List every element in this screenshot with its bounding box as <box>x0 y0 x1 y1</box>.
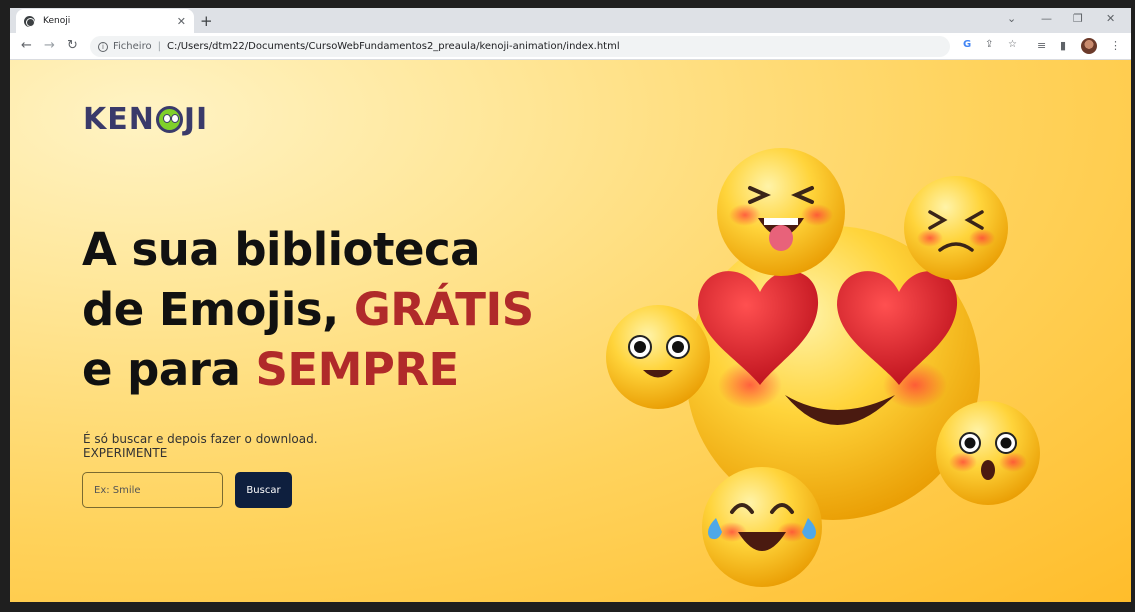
tab-strip: Kenoji ✕ + ⌄ — ❐ ✕ <box>10 8 1131 33</box>
side-panel-icon[interactable]: ▮ <box>1060 39 1066 52</box>
tongue-out-emoji <box>717 148 845 276</box>
new-tab-button[interactable]: + <box>200 12 213 30</box>
browser-window: Kenoji ✕ + ⌄ — ❐ ✕ ← → ↻ i Ficheiro | C:… <box>10 8 1131 602</box>
tab-search-icon[interactable]: ⌄ <box>1007 12 1016 25</box>
google-icon[interactable]: G <box>963 39 971 50</box>
tab-close-icon[interactable]: ✕ <box>177 15 186 28</box>
address-bar[interactable]: i Ficheiro | C:/Users/dtm22/Documents/Cu… <box>90 36 950 57</box>
surprised-emoji <box>936 401 1040 505</box>
tears-of-joy-emoji <box>702 467 822 587</box>
globe-icon <box>24 15 35 27</box>
close-window-icon[interactable]: ✕ <box>1106 12 1115 25</box>
info-icon[interactable]: i <box>98 41 108 52</box>
squinting-emoji <box>904 176 1008 280</box>
reading-list-icon[interactable]: ≡ <box>1037 39 1046 52</box>
back-icon[interactable]: ← <box>21 38 32 53</box>
browser-toolbar: ← → ↻ i Ficheiro | C:/Users/dtm22/Docume… <box>10 33 1131 60</box>
address-separator: | <box>157 41 161 52</box>
reload-icon[interactable]: ↻ <box>67 38 78 53</box>
share-icon[interactable]: ⇪ <box>985 39 993 50</box>
bookmark-star-icon[interactable]: ☆ <box>1008 39 1017 50</box>
menu-icon[interactable]: ⋮ <box>1110 39 1121 52</box>
page-content: KEN JI A sua biblioteca de Emojis, GRÁTI… <box>10 60 1131 602</box>
wide-eyed-emoji <box>606 305 710 409</box>
profile-avatar[interactable] <box>1081 38 1097 54</box>
restore-icon[interactable]: ❐ <box>1073 12 1083 25</box>
address-url: C:/Users/dtm22/Documents/CursoWebFundame… <box>166 41 620 52</box>
address-scheme: Ficheiro <box>113 41 152 52</box>
tab-kenoji[interactable]: Kenoji ✕ <box>16 9 194 33</box>
minimize-icon[interactable]: — <box>1041 12 1052 25</box>
forward-icon[interactable]: → <box>44 38 55 53</box>
tab-title: Kenoji <box>43 16 71 26</box>
emoji-illustration <box>606 148 1040 587</box>
